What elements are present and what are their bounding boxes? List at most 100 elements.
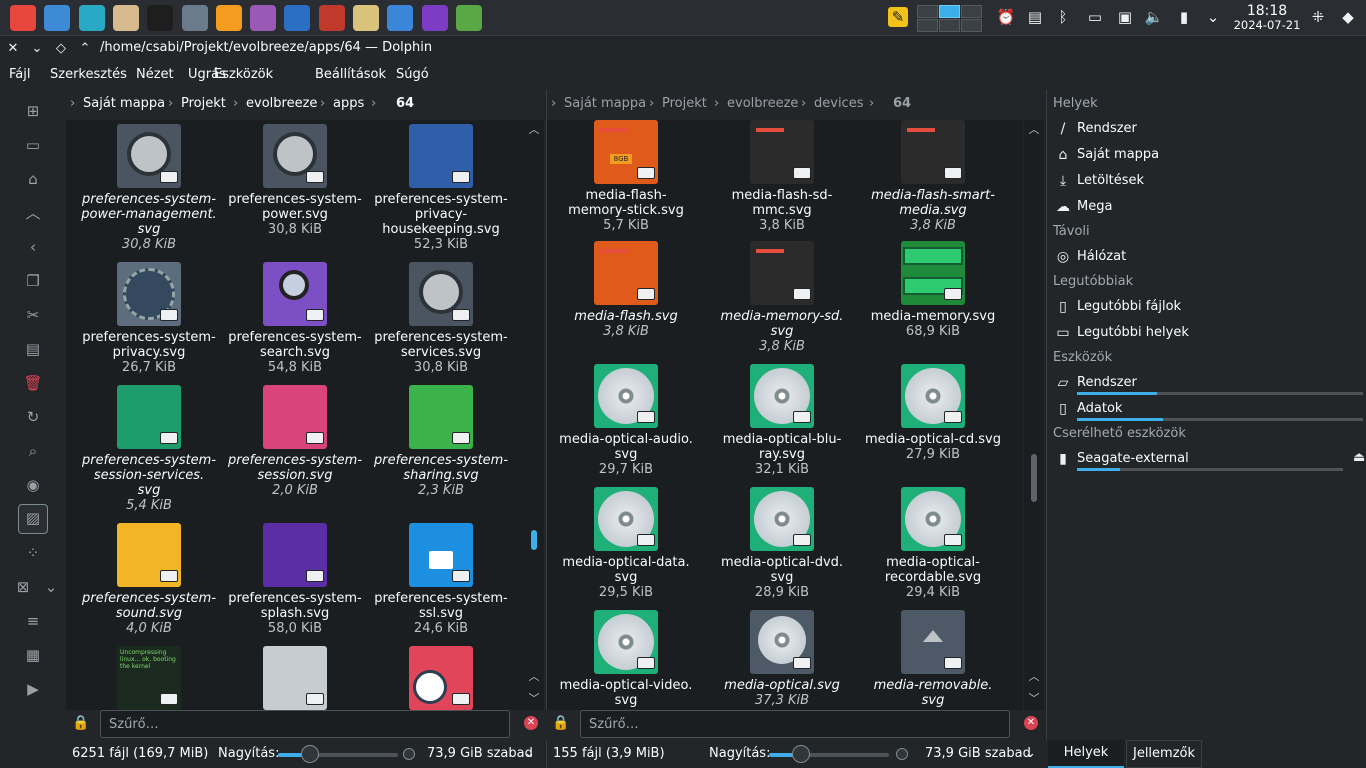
clipboard-app-icon[interactable]: ✎ xyxy=(888,7,908,27)
lock-icon[interactable]: 🔒 xyxy=(552,715,569,731)
notes-app-icon[interactable] xyxy=(112,5,139,31)
desktop-3[interactable] xyxy=(961,5,982,18)
at-app-app-icon[interactable] xyxy=(181,5,208,31)
chrome-app-icon[interactable] xyxy=(10,5,36,31)
tab-places[interactable]: Helyek xyxy=(1048,740,1124,768)
show-desktop-icon[interactable]: ⁜ xyxy=(1308,7,1328,27)
file-view-left[interactable]: preferences-system-power-management. svg 3… xyxy=(66,120,524,710)
close-icon[interactable]: ✕ xyxy=(4,39,22,59)
places-item[interactable]: ☁ Mega xyxy=(1053,196,1363,220)
menu-file[interactable]: Fájl xyxy=(9,67,30,82)
keep-below-icon[interactable]: ◇ xyxy=(52,39,70,59)
crumb-current[interactable]: 64 xyxy=(396,96,414,111)
desktop-4[interactable] xyxy=(917,19,938,32)
scroll-thumb[interactable] xyxy=(1031,454,1037,502)
terminal-icon[interactable]: ▶ xyxy=(20,676,46,702)
scroll-thumb[interactable] xyxy=(531,530,537,550)
menu-edit[interactable]: Szerkesztés xyxy=(50,67,127,82)
scroll-up-icon[interactable]: ︿ xyxy=(1027,670,1041,684)
places-item[interactable]: ▮ Seagate-external ⏏ xyxy=(1053,448,1365,472)
text-editor-app-icon[interactable] xyxy=(353,5,379,31)
places-item[interactable]: ⤓ Letöltések xyxy=(1053,170,1363,194)
scrollbar-right[interactable]: ︿ ︿ ﹀ xyxy=(1024,120,1044,710)
calculator-app-icon[interactable] xyxy=(455,5,482,31)
places-item[interactable]: ▯ Adatok xyxy=(1053,398,1363,422)
filter-input[interactable] xyxy=(580,710,1010,738)
scroll-down-icon[interactable]: ﹀ xyxy=(527,692,541,706)
crumb-current[interactable]: 64 xyxy=(893,96,911,111)
places-item[interactable]: ▱ Rendszer xyxy=(1053,372,1363,396)
desktop-6[interactable] xyxy=(961,19,982,32)
reload-icon[interactable]: ↻ xyxy=(20,404,46,430)
new-tab-icon[interactable]: ⊞ xyxy=(20,98,46,124)
places-item[interactable]: ▯ Legutóbbi fájlok xyxy=(1053,296,1363,320)
writer-app-icon[interactable] xyxy=(284,5,311,31)
clock-date[interactable]: 2024-07-21 xyxy=(1228,18,1306,32)
files-app-icon[interactable] xyxy=(44,5,71,31)
back-icon[interactable]: ‹ xyxy=(20,234,46,260)
network-icon[interactable]: ▣ xyxy=(1115,7,1135,27)
paste-icon[interactable]: ▤ xyxy=(20,336,46,362)
eject-icon[interactable]: ⏏ xyxy=(1353,450,1365,465)
menu-tools[interactable]: Eszközök xyxy=(214,67,273,82)
notifications-icon[interactable]: ⏰ xyxy=(996,7,1016,27)
reader-app-icon[interactable] xyxy=(387,5,414,31)
crumb-evolbreeze[interactable]: evolbreeze xyxy=(727,96,798,111)
zoom-slider-track[interactable] xyxy=(310,753,398,757)
battery-icon[interactable]: ▭ xyxy=(1085,7,1105,27)
details-view-icon[interactable]: ▦ xyxy=(20,642,46,668)
bluetooth-icon[interactable]: ᛒ xyxy=(1053,7,1073,27)
new-window-icon[interactable]: ▭ xyxy=(20,132,46,158)
zoom-slider-track[interactable] xyxy=(801,753,889,757)
places-item[interactable]: ◎ Hálózat xyxy=(1053,246,1363,270)
pdf-app-icon[interactable] xyxy=(318,5,345,31)
search-icon[interactable]: ⌕ xyxy=(20,438,46,464)
places-item[interactable]: ⌂ Saját mappa xyxy=(1053,144,1363,168)
chevron-down-icon[interactable]: ⌄ xyxy=(1025,746,1036,761)
virtual-desktop-pager[interactable] xyxy=(915,4,983,32)
desktop-1[interactable] xyxy=(917,5,938,18)
clear-icon[interactable]: ✕ xyxy=(1024,716,1038,730)
zoom-slider-handle[interactable] xyxy=(301,745,319,763)
places-item[interactable]: ▭ Legutóbbi helyek xyxy=(1053,322,1363,346)
crumb-apps[interactable]: apps xyxy=(333,96,364,111)
terminal-app-icon[interactable] xyxy=(147,5,174,31)
desktop-5[interactable] xyxy=(939,19,960,32)
crumb-devices[interactable]: devices xyxy=(814,96,863,111)
crumb-projekt[interactable]: Projekt xyxy=(181,96,226,111)
chevron-up-icon[interactable]: ⌄ xyxy=(1203,7,1223,27)
usb-device-icon[interactable]: ▮ xyxy=(1174,7,1194,27)
maximize-icon[interactable]: ⌃ xyxy=(76,39,94,59)
cut-icon[interactable]: ✂ xyxy=(20,302,46,328)
copy-icon[interactable]: ❐ xyxy=(20,268,46,294)
clipboard-icon[interactable]: ▤ xyxy=(1025,7,1045,27)
icons-view-icon[interactable]: ⁘ xyxy=(20,540,46,566)
overview-icon[interactable]: ◆ xyxy=(1338,7,1358,27)
volume-icon[interactable]: 🔈 xyxy=(1144,7,1164,27)
menu-view[interactable]: Nézet xyxy=(136,67,174,82)
minimize-icon[interactable]: ⌄ xyxy=(28,39,46,59)
scroll-down-icon[interactable]: ﹀ xyxy=(1027,692,1041,706)
image-viewer-app-icon[interactable] xyxy=(250,5,277,31)
scroll-up-icon[interactable]: ︿ xyxy=(1027,123,1041,137)
desktop-2[interactable] xyxy=(939,5,960,18)
preview-icon[interactable]: ◉ xyxy=(20,472,46,498)
delete-icon[interactable]: 🗑 xyxy=(20,370,46,396)
places-item[interactable]: / Rendszer xyxy=(1053,118,1363,142)
crumb-home[interactable]: Saját mappa xyxy=(83,96,165,111)
player-app-icon[interactable] xyxy=(421,5,448,31)
octopus-app-icon[interactable] xyxy=(78,5,105,31)
scrollbar-left[interactable]: ︿ ︿ ﹀ xyxy=(524,120,544,710)
up-icon[interactable]: ︿ xyxy=(20,200,46,226)
crumb-projekt[interactable]: Projekt xyxy=(662,96,707,111)
scroll-up-icon[interactable]: ︿ xyxy=(527,123,541,137)
lock-icon[interactable]: 🔒 xyxy=(72,715,89,731)
chevron-down-icon[interactable]: ⌄ xyxy=(524,746,535,761)
media-app-icon[interactable] xyxy=(215,5,242,31)
split-close-icon[interactable]: ⊠ xyxy=(10,574,36,600)
chevron-down-icon[interactable]: ⌄ xyxy=(38,574,64,600)
zoom-slider-handle[interactable] xyxy=(792,745,810,763)
sort-icon[interactable]: ≡ xyxy=(20,608,46,634)
clear-icon[interactable]: ✕ xyxy=(524,716,538,730)
preview-images-icon[interactable]: ▨ xyxy=(18,504,48,534)
